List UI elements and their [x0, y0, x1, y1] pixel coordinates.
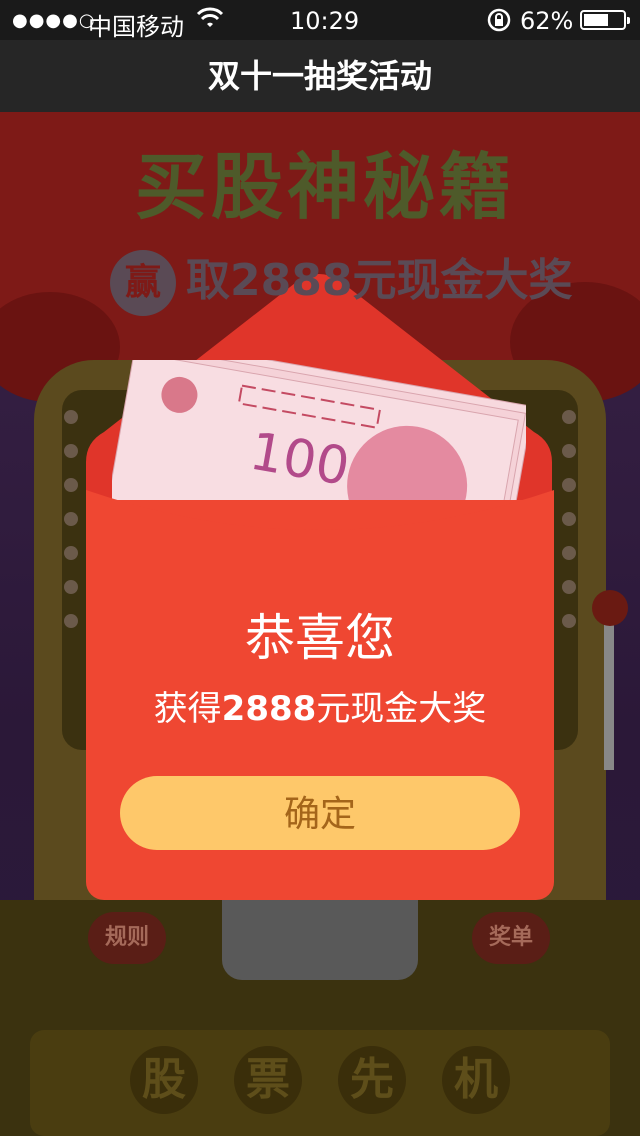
status-bar: ●●●●○ 中国移动 10:29 62% [0, 0, 640, 41]
light-icon [64, 444, 78, 458]
clock: 10:29 [290, 7, 360, 35]
rotation-lock-icon [486, 7, 512, 39]
confirm-button[interactable]: 确定 [120, 776, 520, 850]
light-icon [562, 546, 576, 560]
machine-lever [604, 610, 614, 770]
battery-percent: 62% [520, 7, 574, 35]
light-icon [64, 580, 78, 594]
base-char: 票 [234, 1046, 302, 1114]
light-icon [562, 614, 576, 628]
base-char: 机 [442, 1046, 510, 1114]
battery-icon [580, 10, 630, 30]
prize-suffix: 元现金大奖 [316, 689, 487, 729]
light-icon [64, 478, 78, 492]
light-icon [562, 444, 576, 458]
banner-title: 买股神秘籍 [134, 145, 515, 229]
base-char: 股 [130, 1046, 198, 1114]
prize-prefix: 获得 [153, 689, 222, 729]
congrats-heading: 恭喜您 [245, 609, 395, 667]
lever-knob-icon [592, 590, 628, 626]
signal-strength-icon: ●●●●○ [12, 10, 96, 31]
light-icon [64, 512, 78, 526]
envelope-pocket-edge [86, 490, 554, 550]
page-title: 双十一抽奖活动 [207, 57, 432, 95]
wifi-icon [196, 7, 224, 35]
base-char: 先 [338, 1046, 406, 1114]
light-icon [562, 410, 576, 424]
nav-bar: 双十一抽奖活动 [0, 40, 640, 112]
prize-message: 获得2888元现金大奖 [86, 684, 554, 734]
prize-list-button: 奖单 [472, 912, 550, 964]
light-icon [64, 614, 78, 628]
carrier-name: 中国移动 [88, 13, 184, 41]
banner-subtitle: 赢取2888元现金大奖 [110, 244, 572, 316]
light-icon [64, 546, 78, 560]
light-icon [562, 512, 576, 526]
prize-amount: 2888 [221, 689, 317, 729]
light-icon [562, 580, 576, 594]
banner-subtitle-text: 取2888元现金大奖 [186, 255, 573, 306]
rules-button: 规则 [88, 912, 166, 964]
machine-lights-left [64, 410, 80, 648]
machine-lights-right [562, 410, 578, 648]
light-icon [64, 410, 78, 424]
light-icon [562, 478, 576, 492]
machine-base-label: 股 票 先 机 [130, 1046, 510, 1114]
battery-fill [584, 14, 608, 26]
win-badge: 赢 [110, 250, 176, 316]
